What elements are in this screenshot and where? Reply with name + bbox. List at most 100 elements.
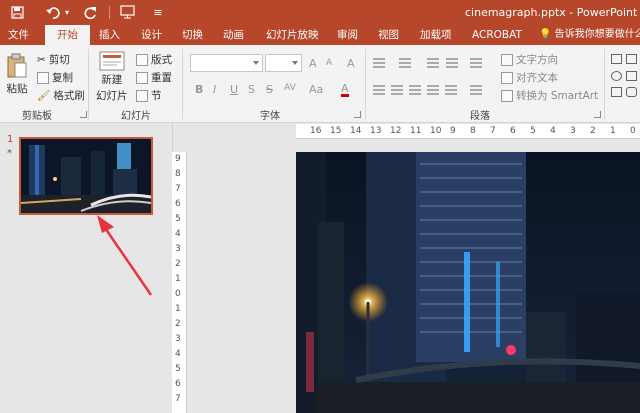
layout-button[interactable]: 版式 (136, 52, 172, 67)
vruler-tick: 1 (175, 274, 181, 284)
font-color-button[interactable]: A (341, 83, 349, 97)
format-painter-button[interactable]: 🖌 格式刷 (37, 88, 85, 103)
tab-review[interactable]: 审阅 (337, 25, 358, 45)
shape-rectangle-icon[interactable] (611, 54, 622, 64)
lightbulb-icon: 💡 (539, 29, 552, 40)
hruler-tick: 11 (410, 126, 422, 136)
strikethrough-button[interactable]: S (266, 83, 273, 96)
align-right-icon[interactable] (409, 85, 421, 95)
vruler-tick: 4 (175, 349, 181, 359)
tab-transitions[interactable]: 切换 (182, 25, 203, 45)
shape-triangle-icon[interactable] (626, 71, 637, 81)
align-center-icon[interactable] (391, 85, 403, 95)
vruler-tick: 7 (175, 184, 181, 194)
shape-rounded-icon[interactable] (626, 87, 637, 97)
redo-icon[interactable] (81, 3, 99, 21)
paste-button[interactable]: 粘贴 (6, 53, 28, 96)
align-text-button[interactable]: 对齐文本 (501, 70, 558, 85)
new-slide-button[interactable]: 新建 幻灯片 (96, 51, 128, 103)
save-icon[interactable] (8, 3, 26, 21)
shrink-font-button[interactable]: A (326, 58, 332, 68)
tab-view[interactable]: 视图 (378, 25, 399, 45)
slide-canvas[interactable] (296, 152, 640, 413)
tab-home[interactable]: 开始 (45, 25, 90, 45)
ribbon-tabs: 文件 开始 插入 设计 切换 动画 幻灯片放映 审阅 视图 加载项 ACROBA… (0, 25, 640, 45)
clipboard-launcher[interactable] (80, 111, 87, 118)
vruler-tick: 7 (175, 394, 181, 404)
hruler-tick: 2 (590, 126, 596, 136)
vruler-tick: 0 (175, 289, 181, 299)
paste-icon (7, 53, 27, 78)
increase-indent-icon[interactable] (446, 58, 458, 68)
shadow-button[interactable]: S (248, 83, 255, 96)
grow-font-button[interactable]: A (309, 57, 317, 70)
line-spacing-icon[interactable] (470, 58, 482, 68)
copy-button[interactable]: 复制 (37, 70, 73, 85)
hruler-tick: 10 (430, 126, 442, 136)
tab-animations[interactable]: 动画 (223, 25, 244, 45)
bold-button[interactable]: B (195, 83, 203, 96)
tab-acrobat[interactable]: ACROBAT (472, 25, 522, 45)
tab-addins[interactable]: 加载项 (420, 25, 452, 45)
paragraph-launcher[interactable] (594, 111, 601, 118)
hruler-tick: 6 (510, 126, 516, 136)
hruler-tick: 13 (370, 126, 382, 136)
ribbon: 粘贴 ✂ 剪切 复制 🖌 格式刷 剪贴板 新建 幻灯片 版式 重置 节 幻灯片 A … (0, 45, 640, 123)
tell-me-search[interactable]: 💡 告诉我你想要做什么 (539, 25, 640, 45)
customize-qa-icon[interactable]: ≡ (152, 3, 164, 21)
slides-group-label: 幻灯片 (121, 111, 151, 122)
tab-file[interactable]: 文件 (8, 25, 29, 45)
hruler-tick: 15 (330, 126, 342, 136)
tab-design[interactable]: 设计 (141, 25, 162, 45)
shape-oval-icon[interactable] (611, 71, 622, 81)
distributed-icon[interactable] (445, 85, 457, 95)
tab-slideshow[interactable]: 幻灯片放映 (266, 25, 319, 45)
cut-button[interactable]: ✂ 剪切 (37, 52, 70, 67)
hruler-tick: 7 (490, 126, 496, 136)
convert-smartart-button[interactable]: 转换为 SmartArt (501, 88, 598, 103)
slide-thumbnails-pane: 1 * (0, 123, 173, 413)
clipboard-group-label: 剪贴板 (22, 111, 52, 122)
font-launcher[interactable] (354, 111, 361, 118)
night-city-photo (296, 152, 640, 413)
vruler-tick: 3 (175, 244, 181, 254)
numbering-icon[interactable] (399, 58, 411, 68)
vruler-tick: 5 (175, 214, 181, 224)
decrease-indent-icon[interactable] (427, 58, 439, 68)
font-name-combobox[interactable] (190, 54, 263, 72)
vruler-tick: 6 (175, 199, 181, 209)
start-from-beginning-icon[interactable] (117, 3, 137, 21)
font-size-combobox[interactable] (265, 54, 302, 72)
align-left-icon[interactable] (373, 85, 385, 95)
smartart-icon (501, 89, 513, 102)
underline-button[interactable]: U (230, 83, 238, 96)
section-button[interactable]: 节 (136, 88, 162, 103)
red-arrow-annotation (97, 215, 153, 296)
brush-icon: 🖌 (37, 90, 51, 102)
columns-icon[interactable] (470, 85, 482, 95)
hruler-tick: 3 (570, 126, 576, 136)
vruler-tick: 6 (175, 379, 181, 389)
hruler-tick: 4 (550, 126, 556, 136)
char-spacing-button[interactable]: AV (284, 83, 296, 93)
vruler-tick: 2 (175, 259, 181, 269)
reset-button[interactable]: 重置 (136, 70, 172, 85)
text-direction-icon (501, 53, 513, 66)
undo-icon[interactable] (44, 3, 62, 21)
tab-insert[interactable]: 插入 (99, 25, 120, 45)
undo-dropdown-icon[interactable]: ▾ (63, 3, 71, 21)
clear-formatting-button[interactable]: A (347, 57, 355, 70)
text-direction-button[interactable]: 文字方向 (501, 52, 558, 67)
hruler-tick: 8 (470, 126, 476, 136)
justify-icon[interactable] (427, 85, 439, 95)
hruler-tick: 1 (610, 126, 616, 136)
vertical-ruler: 9 8 7 6 5 4 3 2 1 0 1 2 3 4 5 6 7 (172, 152, 187, 413)
align-text-icon (501, 71, 513, 84)
change-case-button[interactable]: Aa (309, 83, 323, 96)
shape-rectangle2-icon[interactable] (626, 54, 637, 64)
shape-arrow-icon[interactable] (611, 87, 622, 97)
italic-button[interactable]: I (213, 83, 216, 96)
bullets-icon[interactable] (373, 58, 385, 68)
hruler-tick: 5 (530, 126, 536, 136)
vruler-tick: 3 (175, 334, 181, 344)
